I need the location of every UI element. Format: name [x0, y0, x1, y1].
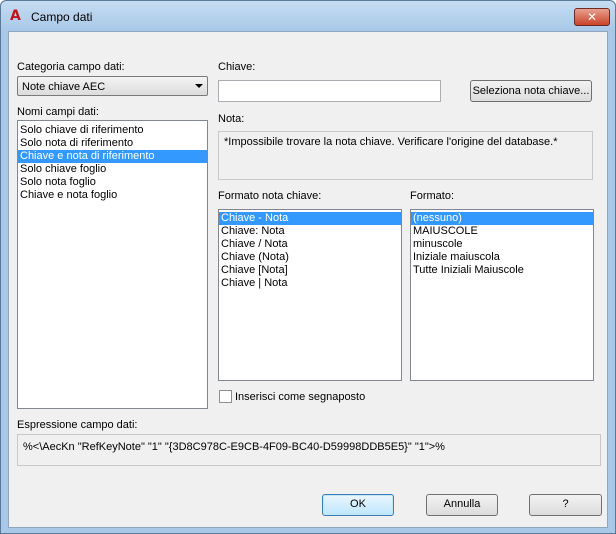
field-name-item[interactable]: Solo nota foglio — [18, 176, 207, 189]
key-note-format-item[interactable]: Chiave - Nota — [219, 212, 401, 225]
title-bar[interactable]: A Campo dati ✕ — [1, 1, 615, 31]
key-note-format-item[interactable]: Chiave [Nota] — [219, 264, 401, 277]
key-note-format-list[interactable]: Chiave - Nota Chiave: Nota Chiave / Nota Ch… — [218, 209, 402, 381]
note-text: *Impossibile trovare la nota chiave. Ver… — [218, 131, 593, 180]
field-name-item[interactable]: Solo chiave foglio — [18, 163, 207, 176]
expression-label: Espressione campo dati: — [17, 419, 138, 431]
placeholder-checkbox[interactable] — [219, 390, 232, 403]
help-button[interactable]: ? — [529, 494, 602, 516]
key-note-format-item[interactable]: Chiave | Nota — [219, 277, 401, 290]
category-select[interactable]: Note chiave AEC — [17, 76, 208, 96]
field-names-list[interactable]: Solo chiave di riferimento Solo nota di r… — [17, 120, 208, 409]
format-item[interactable]: Tutte Iniziali Maiuscole — [411, 264, 593, 277]
format-item[interactable]: Iniziale maiuscola — [411, 251, 593, 264]
format-item[interactable]: minuscole — [411, 238, 593, 251]
autocad-app-icon: A — [10, 8, 21, 24]
key-input[interactable] — [218, 80, 441, 102]
select-key-note-button[interactable]: Seleziona nota chiave... — [470, 80, 592, 102]
format-item[interactable]: (nessuno) — [411, 212, 593, 225]
field-name-item[interactable]: Solo nota di riferimento — [18, 137, 207, 150]
category-selected-value: Note chiave AEC — [22, 81, 106, 93]
field-name-item[interactable]: Solo chiave di riferimento — [18, 124, 207, 137]
expression-text: %<\AecKn "RefKeyNote" "1" "{3D8C978C-E9C… — [17, 434, 601, 466]
format-item[interactable]: MAIUSCOLE — [411, 225, 593, 238]
field-name-item[interactable]: Chiave e nota di riferimento — [18, 150, 207, 163]
category-label: Categoria campo dati: — [17, 61, 125, 73]
format-label: Formato: — [410, 190, 455, 202]
key-label: Chiave: — [218, 61, 256, 73]
dialog-window: A Campo dati ✕ Categoria campo dati: Not… — [0, 0, 616, 534]
key-note-format-label: Formato nota chiave: — [218, 190, 322, 202]
window-title: Campo dati — [31, 10, 93, 24]
key-note-format-item[interactable]: Chiave (Nota) — [219, 251, 401, 264]
dialog-client-area: Categoria campo dati: Note chiave AEC No… — [8, 31, 608, 528]
cancel-button[interactable]: Annulla — [426, 494, 498, 516]
ok-button[interactable]: OK — [322, 494, 394, 516]
key-note-format-item[interactable]: Chiave: Nota — [219, 225, 401, 238]
placeholder-checkbox-label: Inserisci come segnaposto — [235, 391, 366, 403]
field-name-item[interactable]: Chiave e nota foglio — [18, 189, 207, 202]
format-list[interactable]: (nessuno) MAIUSCOLE minuscole Iniziale maiu… — [410, 209, 594, 381]
field-names-label: Nomi campi dati: — [17, 106, 99, 118]
note-label: Nota: — [218, 113, 245, 125]
close-button[interactable]: ✕ — [574, 8, 610, 26]
key-note-format-item[interactable]: Chiave / Nota — [219, 238, 401, 251]
chevron-down-icon — [195, 84, 203, 88]
